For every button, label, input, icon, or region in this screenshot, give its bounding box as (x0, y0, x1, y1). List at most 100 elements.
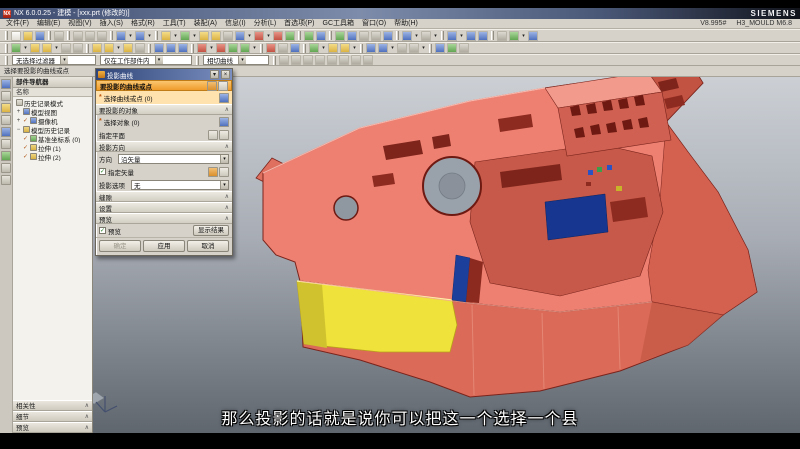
combo-arrow-icon[interactable] (154, 56, 163, 64)
tree-item[interactable]: 模型历史记录 (13, 125, 92, 134)
assembly-navigator-icon[interactable] (1, 79, 11, 89)
view-dropdown[interactable] (458, 31, 465, 41)
checkbox-icon[interactable] (22, 144, 29, 151)
unite-icon[interactable] (154, 43, 164, 53)
combo-arrow-icon[interactable] (220, 154, 228, 163)
specify-plane-row[interactable]: 指定平面 (96, 128, 232, 141)
apply-button[interactable]: 应用 (143, 240, 185, 252)
copy-icon[interactable] (85, 30, 95, 41)
direction-combo[interactable]: 沿矢量 (118, 153, 229, 164)
chamfer-icon[interactable] (273, 30, 283, 41)
pattern-feature-icon[interactable] (316, 30, 326, 41)
menu-insert[interactable]: 插入(S) (96, 19, 127, 29)
revolve-icon[interactable] (211, 30, 221, 41)
collapse-icon[interactable] (15, 127, 22, 133)
instance-feature-icon[interactable] (366, 43, 376, 53)
history-icon[interactable] (1, 151, 11, 161)
model-right-face[interactable] (647, 121, 758, 316)
tree-item[interactable]: 基准坐标系 (0) (13, 134, 92, 143)
checkbox-icon[interactable] (22, 153, 29, 160)
curve-rule-combo[interactable]: 相切曲线 (203, 55, 269, 65)
datum-dropdown[interactable] (22, 43, 29, 53)
menu-edit[interactable]: 编辑(E) (33, 19, 64, 29)
sketch-icon[interactable] (161, 30, 171, 41)
plane-dropdown-icon[interactable] (219, 129, 229, 140)
offset-dropdown[interactable] (251, 43, 258, 53)
dialog-title-bar[interactable]: 投影曲线 (96, 69, 232, 80)
patch-icon[interactable] (290, 43, 300, 53)
shaded-view-icon[interactable] (402, 30, 412, 41)
front-view-icon[interactable] (466, 30, 476, 41)
curve-icon[interactable] (42, 43, 52, 53)
offset-surface-icon[interactable] (309, 43, 319, 53)
checkbox-icon[interactable] (22, 117, 29, 124)
undo-dropdown[interactable] (127, 31, 134, 41)
show-result-button[interactable]: 显示结果 (193, 225, 229, 236)
edge-blend-icon[interactable] (197, 43, 207, 53)
menu-information[interactable]: 信息(I) (221, 19, 250, 29)
menu-preferences[interactable]: 首选项(P) (280, 19, 318, 29)
menu-assemblies[interactable]: 装配(A) (190, 19, 221, 29)
selection-scope-combo[interactable]: 仅在工作部件内 (100, 55, 192, 65)
thicken-icon[interactable] (240, 43, 250, 53)
information-icon[interactable] (528, 30, 538, 41)
select-curve-row[interactable]: 选择曲线或点 (0) (96, 91, 232, 104)
refresh-icon[interactable] (335, 30, 345, 41)
part-navigator-icon[interactable] (1, 103, 11, 113)
layer-settings-icon[interactable] (497, 30, 507, 41)
wireframe-view-icon[interactable] (421, 30, 431, 41)
menu-gc-toolbox[interactable]: GC工具箱 (319, 19, 359, 29)
menu-window[interactable]: 窗口(O) (358, 19, 390, 29)
toolbar-grip[interactable] (5, 31, 8, 40)
mirror-dropdown[interactable] (389, 43, 396, 53)
group-settings[interactable]: 设置 (96, 202, 232, 213)
blend-dropdown[interactable] (265, 31, 272, 41)
paste-icon[interactable] (97, 30, 107, 41)
redo-icon[interactable] (135, 30, 145, 41)
play-icon[interactable] (459, 43, 469, 53)
point-constructor-icon[interactable] (207, 80, 217, 91)
swept-dropdown[interactable] (351, 43, 358, 53)
roles-icon[interactable] (1, 175, 11, 185)
group-curves-to-project[interactable]: 要投影的曲线或点 (96, 80, 232, 91)
extrude-icon[interactable] (199, 30, 209, 41)
more-commands-icon[interactable] (409, 43, 419, 53)
small-hole[interactable] (333, 195, 359, 221)
measure-distance-icon[interactable] (435, 43, 445, 53)
boolean-dropdown[interactable] (246, 31, 253, 41)
model-blue-face-center[interactable] (544, 193, 609, 241)
combo-arrow-icon[interactable] (220, 180, 228, 189)
snap-center-icon[interactable] (303, 55, 313, 65)
intersect-icon[interactable] (178, 43, 188, 53)
swept-icon[interactable] (340, 43, 350, 53)
system-materials-icon[interactable] (1, 163, 11, 173)
menu-file[interactable]: 文件(F) (2, 19, 33, 29)
revolve-icon[interactable] (104, 43, 114, 53)
specify-vector-row[interactable]: 指定矢量 (96, 165, 232, 178)
snap-point-on-face-icon[interactable] (363, 55, 373, 65)
combo-arrow-icon[interactable] (238, 56, 246, 64)
render-style-dropdown[interactable] (413, 31, 420, 41)
reuse-library-icon[interactable] (1, 115, 11, 125)
cancel-button[interactable]: 取消 (187, 240, 229, 252)
group-gaps[interactable]: 缝隙 (96, 191, 232, 202)
ok-button[interactable]: 确定 (99, 240, 141, 252)
expand-icon[interactable] (15, 109, 22, 115)
synchronous-modeling-icon[interactable] (397, 43, 407, 53)
select-curve-icon[interactable] (219, 92, 229, 103)
fit-view-icon[interactable] (347, 30, 357, 41)
hd3d-tools-icon[interactable] (1, 127, 11, 137)
preview-checkbox[interactable] (99, 227, 106, 234)
tube-icon[interactable] (135, 43, 145, 53)
dialog-options-button[interactable] (210, 70, 219, 79)
zoom-icon[interactable] (359, 30, 369, 41)
sketch-dropdown[interactable] (172, 31, 179, 41)
snap-point-on-curve-icon[interactable] (351, 55, 361, 65)
vector-dialog-icon[interactable] (208, 166, 218, 177)
internet-explorer-icon[interactable] (1, 139, 11, 149)
snap-end-icon[interactable] (279, 55, 289, 65)
dialog-close-button[interactable] (221, 70, 230, 79)
tree-item[interactable]: 拉伸 (2) (13, 152, 92, 161)
title-bar[interactable]: NX 6.0.0.25 - 建模 - [xxx.prt (修改的)] SIEME… (0, 8, 800, 19)
menu-view[interactable]: 视图(V) (64, 19, 95, 29)
